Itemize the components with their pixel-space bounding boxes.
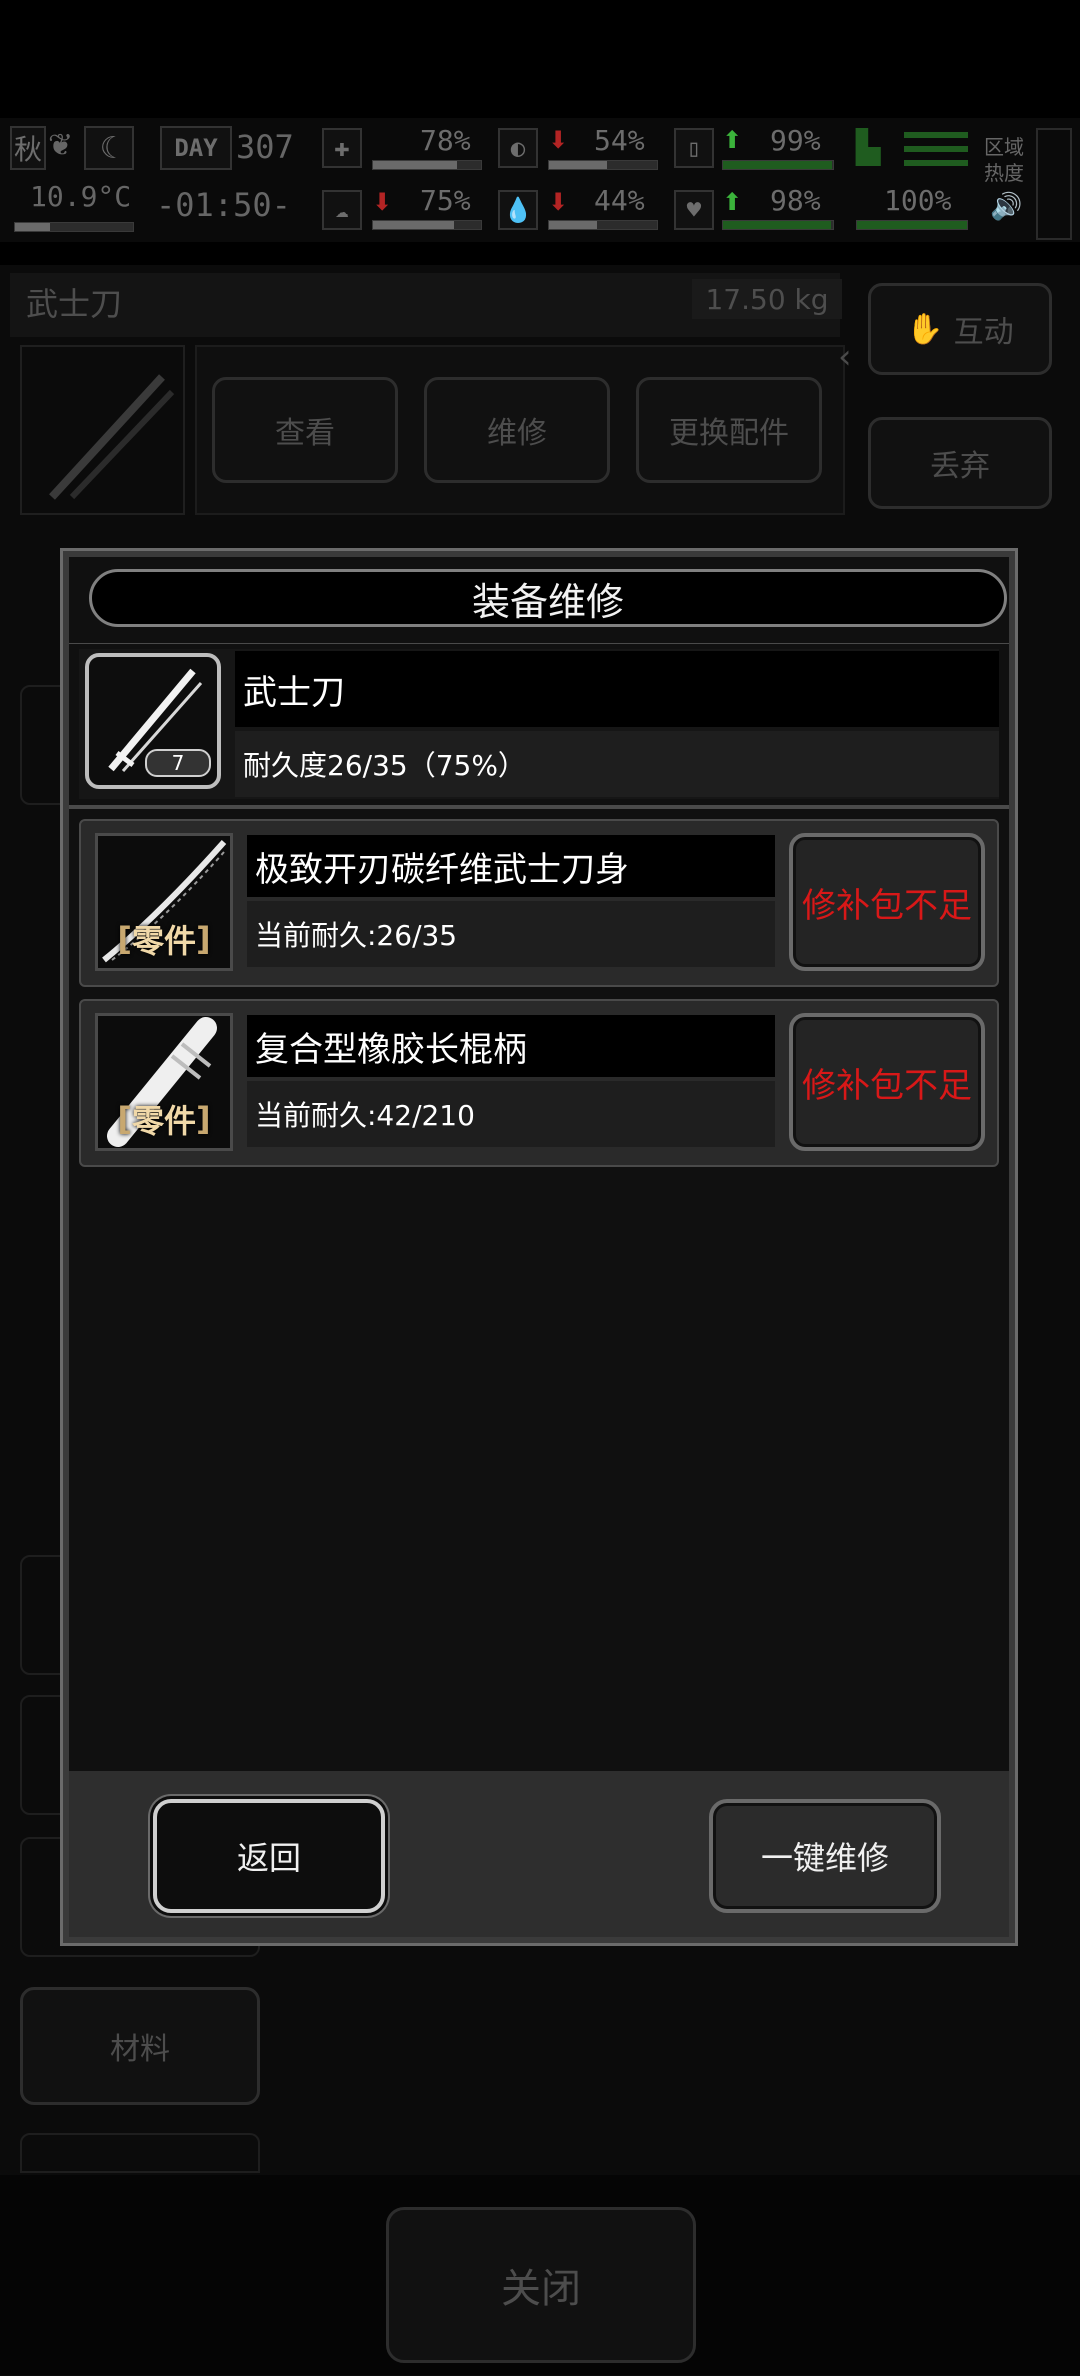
thirst-percent: 44% xyxy=(594,184,645,217)
materials-tab[interactable]: 材料 xyxy=(20,1987,260,2105)
sanity-percent: 75% xyxy=(420,184,471,217)
equipment-name: 武士刀 xyxy=(235,651,999,727)
heart-icon: ♥ xyxy=(674,190,714,230)
repair-dialog: 装备维修 7 武士刀 耐久度26/35（75%） [零件] 极致开刃碳纤维武… xyxy=(60,548,1018,1946)
item-title: 武士刀 xyxy=(26,285,123,323)
katana-icon xyxy=(49,374,175,500)
dialog-title: 装备维修 xyxy=(89,569,1007,627)
divider xyxy=(69,643,1009,644)
stamina-bar xyxy=(856,220,968,230)
part-durability: 当前耐久:42/210 xyxy=(247,1081,775,1147)
status-bar: 秋 ❦ ☾ DAY 307 10.9°C -01:50- ✚ 78% ☁ ⬇ 7… xyxy=(0,118,1080,242)
back-button[interactable]: 返回 xyxy=(153,1799,385,1913)
temperature-bar xyxy=(14,222,134,232)
mood-bar xyxy=(722,220,834,230)
part-icon-frame: [零件] xyxy=(95,1013,233,1151)
season-label: 秋 xyxy=(10,126,46,170)
sanity-bar xyxy=(372,220,482,230)
bracket-left: [ xyxy=(117,920,132,958)
region-heat-label: 区域 热度 xyxy=(984,135,1024,185)
repair-all-button[interactable]: 一键维修 xyxy=(709,1799,941,1913)
season-leaf-icon: ❦ xyxy=(48,128,74,163)
stamina-line xyxy=(904,160,968,166)
stamina-line xyxy=(904,146,968,152)
part-tag: [零件] xyxy=(98,916,230,962)
interact-button[interactable]: ✋ 互动 xyxy=(868,283,1052,375)
part-tag-label: 零件 xyxy=(131,922,196,960)
close-button[interactable]: 关闭 xyxy=(386,2207,696,2363)
interact-label: 互动 xyxy=(953,315,1014,350)
battery-icon: ▯ xyxy=(674,128,714,168)
medkit-icon: ✚ xyxy=(322,128,362,168)
item-weight: 17.50 kg xyxy=(692,279,842,319)
part-icon-frame: [零件] xyxy=(95,833,233,971)
energy-percent: 99% xyxy=(770,124,821,157)
bracket-right: ] xyxy=(196,920,211,958)
side-toggle[interactable] xyxy=(1036,128,1072,240)
view-button[interactable]: 查看 xyxy=(212,377,398,483)
hunger-percent: 54% xyxy=(594,124,645,157)
dialog-footer: 返回 一键维修 xyxy=(69,1771,1009,1937)
replace-parts-button[interactable]: 更换配件 xyxy=(636,377,822,483)
thirst-bar xyxy=(548,220,658,230)
clock-display: -01:50- xyxy=(156,186,291,224)
stamina-percent: 100% xyxy=(884,184,952,217)
day-counter: 307 xyxy=(236,128,294,166)
down-arrow-icon: ⬇ xyxy=(548,188,569,216)
speaker-icon[interactable]: 🔊 xyxy=(990,192,1022,222)
divider xyxy=(69,805,1009,809)
equipment-durability: 耐久度26/35（75%） xyxy=(235,731,999,797)
repair-part-button[interactable]: 修补包不足 xyxy=(789,1013,985,1151)
energy-bar xyxy=(722,160,834,170)
repair-part-button[interactable]: 修补包不足 xyxy=(789,833,985,971)
part-durability: 当前耐久:26/35 xyxy=(247,901,775,967)
category-tab[interactable] xyxy=(20,2133,260,2173)
part-name: 复合型橡胶长棍柄 xyxy=(247,1015,775,1077)
equipment-icon-frame: 7 xyxy=(85,653,221,789)
list-item: [零件] 极致开刃碳纤维武士刀身 当前耐久:26/35 修补包不足 xyxy=(79,819,999,987)
chevron-left-icon[interactable]: ‹ xyxy=(838,337,852,377)
temperature-value: 10.9°C xyxy=(30,180,132,213)
hunger-bar xyxy=(548,160,658,170)
bracket-right: ] xyxy=(196,1100,211,1138)
mood-percent: 98% xyxy=(770,184,821,217)
health-percent: 78% xyxy=(420,124,471,157)
discard-button[interactable]: 丢弃 xyxy=(868,417,1052,509)
brain-icon: ☁ xyxy=(322,190,362,230)
part-name: 极致开刃碳纤维武士刀身 xyxy=(247,835,775,897)
stomach-icon: ◐ xyxy=(498,128,538,168)
day-label: DAY xyxy=(160,126,232,170)
level-badge: 7 xyxy=(145,749,211,777)
moon-icon: ☾ xyxy=(84,126,134,170)
part-tag-label: 零件 xyxy=(131,1102,196,1140)
equipment-summary: 7 武士刀 耐久度26/35（75%） xyxy=(79,649,999,799)
down-arrow-icon: ⬇ xyxy=(372,188,393,216)
repair-button[interactable]: 维修 xyxy=(424,377,610,483)
water-drop-icon: 💧 xyxy=(498,190,538,230)
health-bar xyxy=(372,160,482,170)
up-arrow-icon: ⬆ xyxy=(722,188,743,216)
list-item: [零件] 复合型橡胶长棍柄 当前耐久:42/210 修补包不足 xyxy=(79,999,999,1167)
bracket-left: [ xyxy=(117,1100,132,1138)
repair-dialog-body: 装备维修 7 武士刀 耐久度26/35（75%） [零件] 极致开刃碳纤维武… xyxy=(69,557,1009,1937)
part-tag: [零件] xyxy=(98,1096,230,1142)
stamina-line xyxy=(904,132,968,138)
katana-thumbnail xyxy=(20,345,185,515)
boot-icon: ▙ xyxy=(856,128,881,166)
hand-icon: ✋ xyxy=(906,311,944,347)
up-arrow-icon: ⬆ xyxy=(722,126,743,154)
down-arrow-icon: ⬇ xyxy=(548,126,569,154)
